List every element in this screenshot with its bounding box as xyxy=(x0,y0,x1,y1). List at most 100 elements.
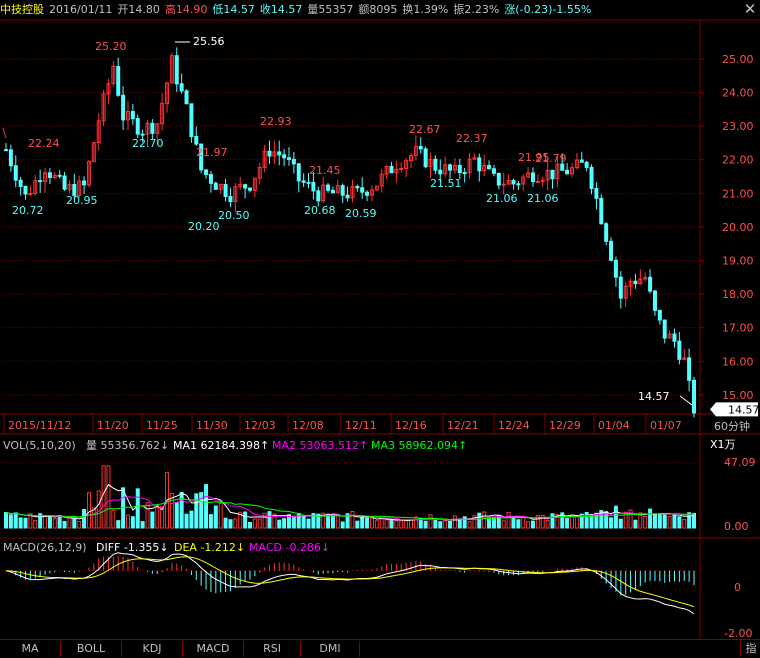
candle-body xyxy=(287,157,292,160)
tab-dmi[interactable]: DMI xyxy=(301,641,360,657)
volume-bar xyxy=(452,515,457,529)
candle-body xyxy=(687,357,692,381)
candle-body xyxy=(516,183,521,186)
price-tick-label: 20.00 xyxy=(722,221,754,234)
candle-body xyxy=(355,185,360,189)
volume-bar xyxy=(57,515,62,529)
candle-body xyxy=(204,169,209,175)
volume-bar xyxy=(521,516,526,529)
low-annotation: 20.72 xyxy=(12,204,44,217)
candle-body xyxy=(57,174,62,177)
volume-bar xyxy=(550,513,555,529)
volume-bar xyxy=(189,510,194,529)
volume-bar xyxy=(72,517,77,529)
volume-bar xyxy=(565,518,570,529)
indicator-tab-bar: MA BOLL KDJ MACD RSI DMI 指 xyxy=(0,639,760,658)
volume-bar xyxy=(516,519,521,529)
volume-ma3-label: MA3 58962.094↑ xyxy=(371,439,467,452)
volume-bar xyxy=(369,517,374,529)
tab-macd[interactable]: MACD xyxy=(183,641,244,657)
candle-body xyxy=(13,165,18,181)
candle-body xyxy=(448,164,453,171)
macd-dif-line xyxy=(5,552,695,615)
period-label[interactable]: 60分钟 xyxy=(714,418,760,435)
tab-ma[interactable]: MA xyxy=(0,641,61,657)
candle-body xyxy=(633,280,638,285)
candle-body xyxy=(47,172,52,179)
tab-more[interactable]: 指 xyxy=(740,641,760,657)
macd-value-label: MACD -0.286↓ xyxy=(249,541,330,554)
volume-bar xyxy=(652,513,657,529)
candle-body xyxy=(618,276,623,299)
volume-bar xyxy=(365,517,370,529)
chart-canvas[interactable]: 25.00 24.00 23.00 22.00 21.00 20.00 19.00 18.00… xyxy=(0,0,760,640)
xaxis-tick-label: 12/24 xyxy=(498,419,530,432)
volume-bar xyxy=(355,520,360,529)
low-annotation: 20.95 xyxy=(66,194,98,207)
volume-bar xyxy=(106,465,111,529)
high-annotation: 22.24 xyxy=(28,137,60,150)
xaxis-tick-label: 12/16 xyxy=(395,419,427,432)
xaxis-tick-label: 11/30 xyxy=(196,419,228,432)
candle-body xyxy=(433,158,438,171)
xaxis-tick-label: 12/29 xyxy=(549,419,581,432)
tab-rsi[interactable]: RSI xyxy=(244,641,301,657)
candle-body xyxy=(213,182,218,190)
candle-body xyxy=(487,165,492,170)
candle-body xyxy=(150,122,155,134)
volume-bar xyxy=(4,511,8,529)
volume-bar xyxy=(677,516,682,529)
high-annotation: 21.79 xyxy=(535,152,567,165)
candlestick-series xyxy=(4,47,696,418)
volume-bar xyxy=(223,517,228,529)
macd-title: MACD(26,12,9) xyxy=(3,541,87,554)
volume-bar xyxy=(33,520,38,529)
xaxis-tick-label: 12/08 xyxy=(292,419,324,432)
candle-body xyxy=(316,190,321,202)
volume-bar xyxy=(662,512,667,529)
volume-bar xyxy=(379,517,384,529)
candle-body xyxy=(511,179,516,185)
candle-body xyxy=(38,180,43,183)
volume-bars xyxy=(4,465,696,529)
low-annotation: 14.57 xyxy=(638,390,670,403)
candle-body xyxy=(23,185,28,195)
volume-bar xyxy=(47,515,52,529)
candle-body xyxy=(399,167,404,170)
candle-body xyxy=(530,172,535,183)
volume-bar xyxy=(496,514,501,529)
volume-bar xyxy=(174,502,179,529)
candle-body xyxy=(228,196,233,203)
candle-body xyxy=(247,187,252,191)
candle-body xyxy=(652,290,657,311)
price-tick-label: 25.00 xyxy=(722,53,754,66)
candle-body xyxy=(604,223,609,242)
volume-bar xyxy=(672,514,677,529)
volume-bar xyxy=(67,517,72,529)
volume-bar xyxy=(335,515,340,529)
low-annotation: 21.06 xyxy=(527,192,559,205)
volume-bar xyxy=(52,518,57,529)
xaxis-tick-label: 2015/11/12 xyxy=(8,419,71,432)
candle-body xyxy=(291,158,296,165)
volume-bar xyxy=(443,520,448,529)
volume-bar xyxy=(267,511,272,529)
tab-kdj[interactable]: KDJ xyxy=(122,641,183,657)
last-price-label: 14.57 xyxy=(728,403,760,416)
left-edge-arrow xyxy=(2,127,7,139)
macd-tick-label: 0 xyxy=(734,581,741,594)
price-tick-label: 22.00 xyxy=(722,154,754,167)
candle-body xyxy=(365,191,370,196)
low-annotation: 20.68 xyxy=(304,204,336,217)
low-annotation: 20.59 xyxy=(345,207,377,220)
high-annotation: 22.37 xyxy=(456,132,488,145)
tab-boll[interactable]: BOLL xyxy=(61,641,122,657)
xaxis-tick-label: 12/21 xyxy=(447,419,479,432)
volume-bar xyxy=(667,515,672,529)
candle-body xyxy=(589,166,594,189)
candle-body xyxy=(82,180,87,186)
volume-bar xyxy=(438,521,443,529)
candle-body xyxy=(462,172,467,175)
volume-bar xyxy=(633,519,638,529)
volume-bar xyxy=(394,520,399,529)
